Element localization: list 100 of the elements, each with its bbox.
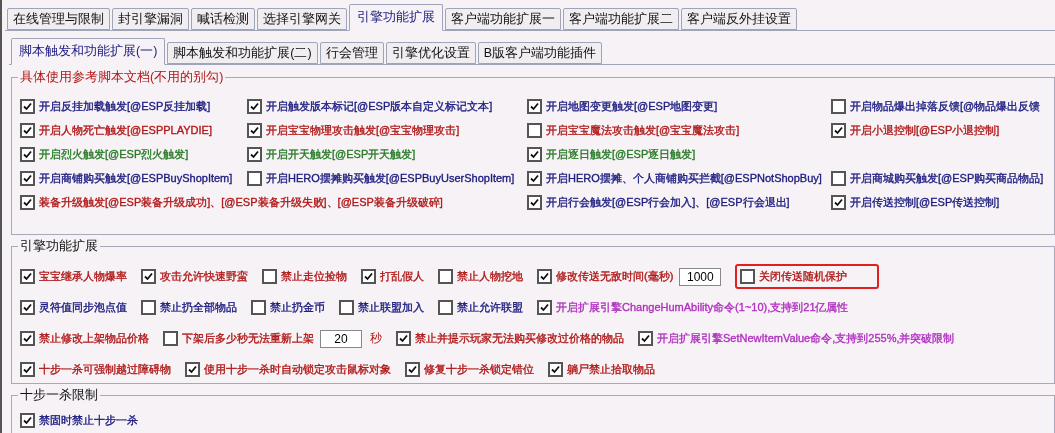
- option-label: 打乱假人: [380, 270, 424, 283]
- checkbox[interactable]: [20, 98, 35, 114]
- option-label: 禁固时禁止十步一杀: [39, 413, 138, 427]
- group-title: 十步一杀限制: [19, 387, 99, 404]
- option-label: 开启触发版本标记[@ESP版本自定义标记文本]: [266, 99, 493, 113]
- number-field[interactable]: 1000: [679, 267, 722, 286]
- unit-label: 秒: [370, 330, 382, 347]
- checkbox[interactable]: [831, 194, 846, 210]
- number-field[interactable]: 20: [320, 329, 362, 348]
- checkbox[interactable]: [163, 331, 178, 346]
- option-label: 修改传送无敌时间(毫秒): [556, 270, 674, 283]
- check-icon: [641, 334, 650, 343]
- tab[interactable]: 引擎功能扩展: [349, 4, 443, 31]
- option-label: 开启地图变更触发[@ESP地图变更]: [546, 99, 718, 113]
- checkbox[interactable]: [831, 170, 846, 186]
- check-icon: [23, 173, 32, 183]
- checkbox[interactable]: [537, 269, 552, 284]
- tab[interactable]: 行会管理: [319, 42, 384, 64]
- tab[interactable]: 引擎优化设置: [385, 42, 476, 64]
- tab[interactable]: 客户端功能扩展二: [563, 8, 679, 30]
- check-icon: [834, 197, 843, 207]
- checkbox[interactable]: [20, 170, 35, 186]
- group-title: 引擎功能扩展: [19, 238, 99, 255]
- checkbox[interactable]: [831, 122, 846, 138]
- option-label: 开启HERO摆摊购买触发[@ESPBuyUserShopItem]: [266, 171, 515, 185]
- option-label: 宝宝继承人物爆率: [39, 270, 127, 283]
- option-label: 开启宝宝魔法攻击触发[@宝宝魔法攻击]: [546, 123, 740, 137]
- checkbox[interactable]: [438, 300, 453, 315]
- tab[interactable]: 封引擎漏洞: [112, 8, 189, 30]
- checkbox[interactable]: [20, 146, 35, 162]
- checkbox[interactable]: [527, 146, 542, 162]
- checkbox[interactable]: [548, 362, 563, 377]
- check-icon: [23, 125, 32, 135]
- checkbox[interactable]: [438, 269, 453, 284]
- tab[interactable]: 客户端功能扩展一: [445, 8, 561, 30]
- tab[interactable]: 喊话检测: [191, 8, 255, 30]
- check-icon: [399, 334, 408, 343]
- check-icon: [23, 149, 32, 159]
- check-icon: [188, 365, 197, 374]
- checkbox[interactable]: [20, 300, 35, 315]
- check-icon: [540, 272, 549, 281]
- checkbox[interactable]: [638, 331, 653, 346]
- option-label: 躺尸禁止拾取物品: [567, 363, 655, 376]
- check-icon: [23, 415, 32, 425]
- checkbox[interactable]: [141, 269, 156, 284]
- checkbox[interactable]: [740, 269, 756, 284]
- checkbox[interactable]: [339, 300, 354, 315]
- checkbox[interactable]: [20, 331, 35, 346]
- option-label: 开启扩展引擎ChangeHumAbility命令(1~10),支持到21亿属性: [556, 301, 849, 314]
- check-icon: [23, 272, 32, 281]
- checkbox[interactable]: [247, 170, 262, 186]
- checkbox[interactable]: [262, 269, 277, 284]
- option-label: 禁止扔全部物品: [160, 301, 237, 314]
- tab[interactable]: B版客户端功能插件: [477, 42, 602, 64]
- option-label: 开启商铺购买触发[@ESPBuyShopItem]: [39, 171, 233, 185]
- checkbox[interactable]: [527, 170, 542, 186]
- checkbox[interactable]: [247, 122, 262, 138]
- checkbox[interactable]: [405, 362, 420, 377]
- checkbox[interactable]: [20, 122, 35, 138]
- option-label: 禁止人物挖地: [457, 270, 523, 283]
- option-label: 开启宝宝物理攻击触发[@宝宝物理攻击]: [266, 123, 460, 137]
- checkbox[interactable]: [361, 269, 376, 284]
- option-label: 下架后多少秒无法重新上架: [182, 332, 314, 345]
- checkbox[interactable]: [527, 98, 542, 114]
- option-label: 装备升级触发[@ESP装备升级成功]、[@ESP装备升级失败]、[@ESP装备升级破碎]: [39, 195, 443, 209]
- option-label: 灵符值同步泡点值: [39, 301, 127, 314]
- checkbox[interactable]: [20, 362, 35, 377]
- checkbox[interactable]: [251, 300, 266, 315]
- checkbox[interactable]: [247, 146, 262, 162]
- tab[interactable]: 在线管理与限制: [7, 8, 110, 30]
- checkbox[interactable]: [527, 194, 542, 210]
- checkbox[interactable]: [20, 194, 35, 210]
- option-label: 禁止联盟加入: [358, 301, 424, 314]
- check-icon: [23, 101, 32, 111]
- tab[interactable]: 脚本触发和功能扩展(二): [167, 42, 318, 64]
- check-icon: [364, 272, 373, 281]
- option-label: 开启开天触发[@ESP开天触发]: [266, 147, 416, 161]
- option-label: 开启人物死亡触发[@ESPPLAYDIE]: [39, 123, 212, 137]
- checkbox[interactable]: [537, 300, 552, 315]
- checkbox[interactable]: [527, 122, 542, 138]
- tab[interactable]: 选择引擎网关: [257, 8, 347, 30]
- checkbox[interactable]: [20, 269, 35, 284]
- tab[interactable]: 客户端反外挂设置: [681, 8, 797, 30]
- check-icon: [408, 365, 417, 374]
- checkbox[interactable]: [831, 98, 846, 114]
- checkbox[interactable]: [185, 362, 200, 377]
- check-icon: [834, 125, 843, 135]
- group-title: 具体使用参考脚本文档(不用的别勾): [19, 69, 225, 86]
- tab[interactable]: 脚本触发和功能扩展(一): [11, 38, 166, 65]
- option-label: 禁止允许联盟: [457, 301, 523, 314]
- check-icon: [144, 272, 153, 281]
- option-label: 修复十步一杀锁定错位: [424, 363, 534, 376]
- checkbox[interactable]: [20, 412, 35, 428]
- option-label: 开启烈火触发[@ESP烈火触发]: [39, 147, 189, 161]
- check-icon: [23, 303, 32, 312]
- option-label: 开启反挂加载触发[@ESP反挂加载]: [39, 99, 211, 113]
- checkbox[interactable]: [396, 331, 411, 346]
- checkbox[interactable]: [141, 300, 156, 315]
- check-icon: [250, 101, 259, 111]
- checkbox[interactable]: [247, 98, 262, 114]
